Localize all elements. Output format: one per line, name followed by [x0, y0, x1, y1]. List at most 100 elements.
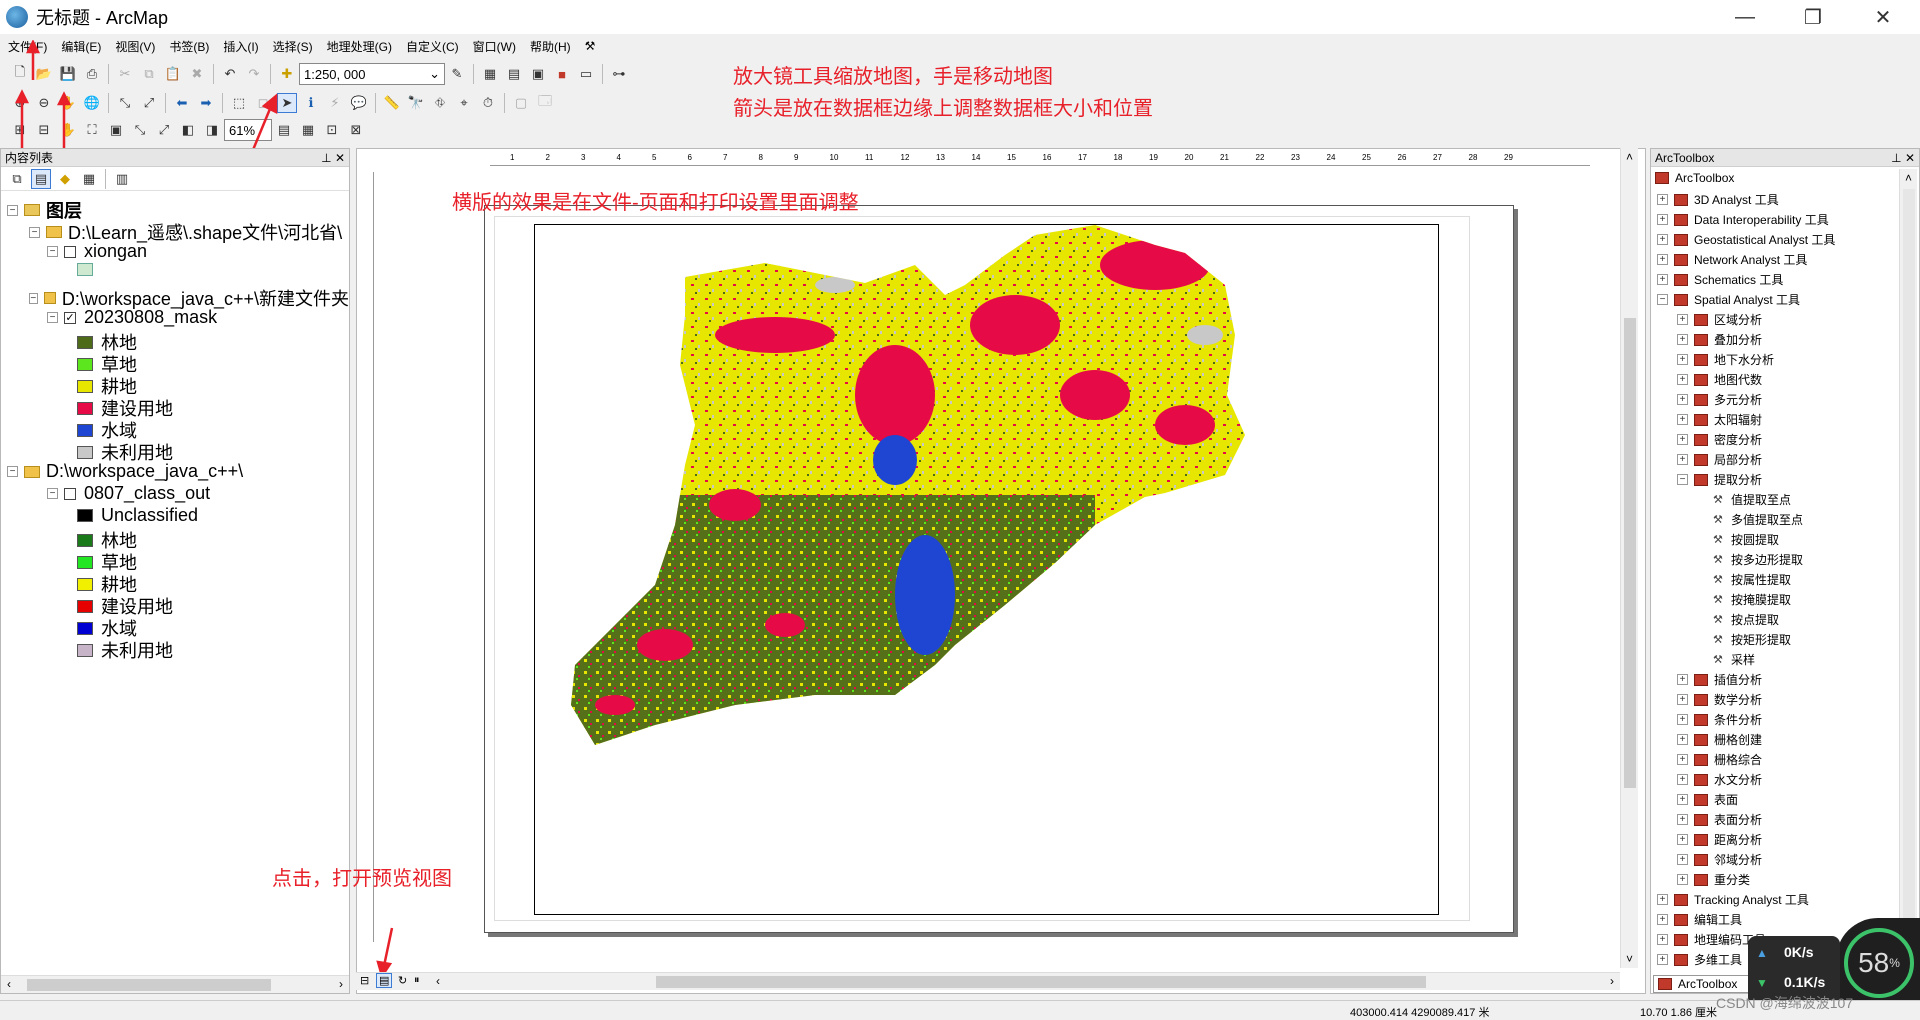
arctoolbox-tab[interactable]: ArcToolbox — [1653, 975, 1751, 993]
toolset-item[interactable]: + Data Interoperability 工具 — [1657, 211, 1829, 228]
expand-icon[interactable]: + — [1657, 214, 1668, 225]
expand-icon[interactable]: + — [1677, 874, 1688, 885]
toolset-item[interactable]: + Tracking Analyst 工具 — [1657, 891, 1809, 908]
list-by-drawing-order-icon[interactable]: ⧉ — [7, 169, 27, 189]
pause-drawing-icon[interactable]: ⏸ — [414, 974, 420, 987]
spatial-toolset-item[interactable]: + 太阳辐射 — [1677, 411, 1762, 428]
spatial-toolset-item[interactable]: − 提取分析 — [1677, 471, 1762, 488]
expand-icon[interactable]: − — [1677, 474, 1688, 485]
change-layout-icon[interactable]: ⊡ — [322, 120, 342, 140]
menu-windows[interactable]: 窗口(W) — [473, 38, 516, 55]
scroll-left-icon[interactable]: ‹ — [7, 977, 11, 991]
toc-group-3[interactable]: − D:\workspace_java_c++\ — [7, 461, 347, 482]
toc-layer-xiongan[interactable]: − xiongan — [47, 241, 147, 262]
expand-icon[interactable]: + — [1677, 354, 1688, 365]
expand-icon[interactable]: + — [1657, 194, 1668, 205]
spatial-toolset-item[interactable]: + 密度分析 — [1677, 431, 1762, 448]
model-builder-icon[interactable]: ⊶ — [609, 64, 629, 84]
spatial-toolset-item[interactable]: + 条件分析 — [1677, 711, 1762, 728]
expand-icon[interactable]: + — [1677, 334, 1688, 345]
magnifier-icon[interactable]: 🗔 — [535, 93, 555, 113]
map-scale-input[interactable]: 1:250, 000 ⌄ — [299, 63, 445, 85]
hammer-icon[interactable]: ⚒ — [585, 39, 596, 53]
spatial-toolset-item[interactable]: + 重分类 — [1677, 871, 1750, 888]
expand-icon[interactable]: + — [1677, 774, 1688, 785]
extract-tool-item[interactable]: ⚒ 按圆提取 — [1713, 531, 1779, 548]
toolbox-root[interactable]: ArcToolbox — [1655, 171, 1734, 185]
layer-visibility-checkbox[interactable] — [64, 245, 76, 258]
expand-icon[interactable]: + — [1677, 434, 1688, 445]
extract-tool-item[interactable]: ⚒ 按多边形提取 — [1713, 551, 1803, 568]
scroll-left-icon[interactable]: ‹ — [436, 974, 440, 988]
scroll-down-icon[interactable]: ˅ — [1626, 952, 1633, 966]
spatial-toolset-item[interactable]: + 表面分析 — [1677, 811, 1762, 828]
expand-icon[interactable]: + — [1677, 814, 1688, 825]
toolset-item[interactable]: + 编辑工具 — [1657, 911, 1742, 928]
toolset-item[interactable]: + Schematics 工具 — [1657, 271, 1783, 288]
python-window-icon[interactable]: ▭ — [576, 64, 596, 84]
search-window-icon[interactable]: ▣ — [528, 64, 548, 84]
toc-symbol-xiongan[interactable] — [77, 263, 101, 276]
toolset-item[interactable]: + 多维工具 — [1657, 951, 1742, 968]
list-by-source-icon[interactable]: ▤ — [31, 168, 51, 189]
go-to-xy-icon[interactable]: ⌖ — [454, 93, 474, 113]
hyperlink-icon[interactable]: ⚡ — [325, 93, 345, 113]
toc-layer-classout[interactable]: − 0807_class_out — [47, 483, 210, 504]
spatial-toolset-item[interactable]: + 距离分析 — [1677, 831, 1762, 848]
collapse-icon[interactable]: − — [47, 246, 58, 257]
collapse-icon[interactable]: − — [47, 488, 58, 499]
expand-icon[interactable]: + — [1677, 454, 1688, 465]
create-viewer-icon[interactable]: ▢ — [511, 93, 531, 113]
catalog-icon[interactable]: ▤ — [504, 64, 524, 84]
layout-vertical-scrollbar[interactable]: ˄ ˅ — [1620, 148, 1638, 968]
expand-icon[interactable]: + — [1677, 834, 1688, 845]
spatial-toolset-item[interactable]: + 栅格综合 — [1677, 751, 1762, 768]
toolset-item[interactable]: + Geostatistical Analyst 工具 — [1657, 231, 1835, 248]
toolset-item[interactable]: + Network Analyst 工具 — [1657, 251, 1807, 268]
expand-icon[interactable]: + — [1677, 714, 1688, 725]
collapse-icon[interactable]: − — [7, 204, 18, 216]
time-slider-icon[interactable]: ⏱ — [478, 93, 498, 113]
expand-icon[interactable]: + — [1657, 274, 1668, 285]
spatial-toolset-item[interactable]: + 栅格创建 — [1677, 731, 1762, 748]
spatial-toolset-item[interactable]: + 插值分析 — [1677, 671, 1762, 688]
menu-geoprocessing[interactable]: 地理处理(G) — [327, 38, 392, 55]
list-by-visibility-icon[interactable]: ◆ — [55, 169, 75, 189]
expand-icon[interactable]: + — [1677, 414, 1688, 425]
expand-icon[interactable]: + — [1677, 794, 1688, 805]
scroll-thumb[interactable] — [1624, 318, 1636, 788]
list-by-selection-icon[interactable]: ▦ — [79, 169, 99, 189]
toc-class-item[interactable]: 未利用地 — [77, 637, 173, 663]
extract-tool-item[interactable]: ⚒ 值提取至点 — [1713, 491, 1791, 508]
maximize-button[interactable]: ❐ — [1784, 0, 1842, 34]
expand-icon[interactable]: + — [1677, 694, 1688, 705]
scroll-right-icon[interactable]: › — [1610, 974, 1614, 988]
expand-icon[interactable]: + — [1677, 734, 1688, 745]
expand-icon[interactable]: + — [1677, 394, 1688, 405]
collapse-icon[interactable]: − — [29, 226, 40, 238]
table-icon[interactable]: ▦ — [480, 64, 500, 84]
find-icon[interactable]: 🔭 — [406, 93, 426, 113]
scroll-thumb[interactable] — [1903, 189, 1915, 949]
spatial-toolset-item[interactable]: + 水文分析 — [1677, 771, 1762, 788]
scroll-up-icon[interactable]: ˄ — [1626, 150, 1633, 164]
extract-tool-item[interactable]: ⚒ 按矩形提取 — [1713, 631, 1791, 648]
pin-close-icons[interactable]: ⊥ ✕ — [1891, 151, 1915, 165]
toc-class-item[interactable]: 未利用地 — [77, 439, 173, 465]
layer-visibility-checkbox[interactable]: ✓ — [64, 311, 76, 324]
toolset-item[interactable]: − Spatial Analyst 工具 — [1657, 291, 1800, 308]
scroll-up-icon[interactable]: ˄ — [1905, 171, 1912, 185]
expand-icon[interactable]: + — [1677, 314, 1688, 325]
expand-icon[interactable]: + — [1677, 674, 1688, 685]
toc-class-item[interactable]: Unclassified — [77, 505, 198, 526]
expand-icon[interactable]: + — [1677, 754, 1688, 765]
toc-layer-mask[interactable]: − ✓ 20230808_mask — [47, 307, 217, 328]
editor-icon[interactable]: ✎ — [447, 64, 467, 84]
scroll-thumb[interactable] — [656, 976, 1426, 988]
spatial-toolset-item[interactable]: + 地图代数 — [1677, 371, 1762, 388]
arctoolbox-icon[interactable]: ■ — [552, 64, 572, 84]
extract-tool-item[interactable]: ⚒ 按点提取 — [1713, 611, 1779, 628]
identify-icon[interactable]: ℹ — [301, 93, 321, 113]
collapse-icon[interactable]: − — [29, 292, 38, 304]
html-popup-icon[interactable]: 💬 — [349, 93, 369, 113]
